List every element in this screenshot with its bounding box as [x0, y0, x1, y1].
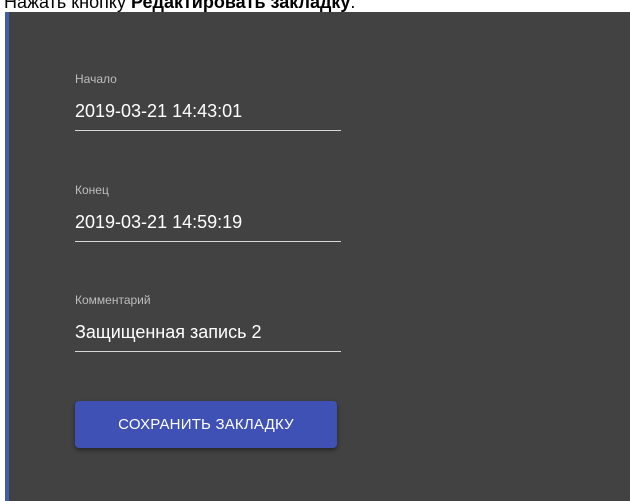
instruction-suffix: .	[350, 0, 356, 12]
end-field-underline	[75, 241, 341, 242]
end-field-label: Конец	[75, 183, 109, 197]
start-field-underline	[75, 130, 341, 131]
end-field-value[interactable]: 2019-03-21 14:59:19	[75, 211, 341, 233]
end-field[interactable]: Конец 2019-03-21 14:59:19	[75, 183, 341, 242]
instruction-prefix: Нажать кнопку	[4, 0, 131, 12]
page: Нажать кнопку Редактировать закладку. На…	[0, 0, 630, 501]
start-field[interactable]: Начало 2019-03-21 14:43:01	[75, 72, 341, 131]
start-field-label: Начало	[75, 72, 117, 86]
start-field-value[interactable]: 2019-03-21 14:43:01	[75, 100, 341, 122]
comment-field-underline	[75, 351, 341, 352]
comment-field-label: Комментарий	[75, 293, 151, 307]
instruction-text: Нажать кнопку Редактировать закладку.	[4, 0, 355, 12]
instruction-bold-term: Редактировать закладку	[130, 0, 351, 12]
comment-field[interactable]: Комментарий Защищенная запись 2	[75, 293, 341, 352]
bookmark-edit-panel: Начало 2019-03-21 14:43:01 Конец 2019-03…	[5, 12, 630, 501]
save-bookmark-button[interactable]: СОХРАНИТЬ ЗАКЛАДКУ	[75, 401, 337, 448]
comment-field-value[interactable]: Защищенная запись 2	[75, 321, 341, 343]
